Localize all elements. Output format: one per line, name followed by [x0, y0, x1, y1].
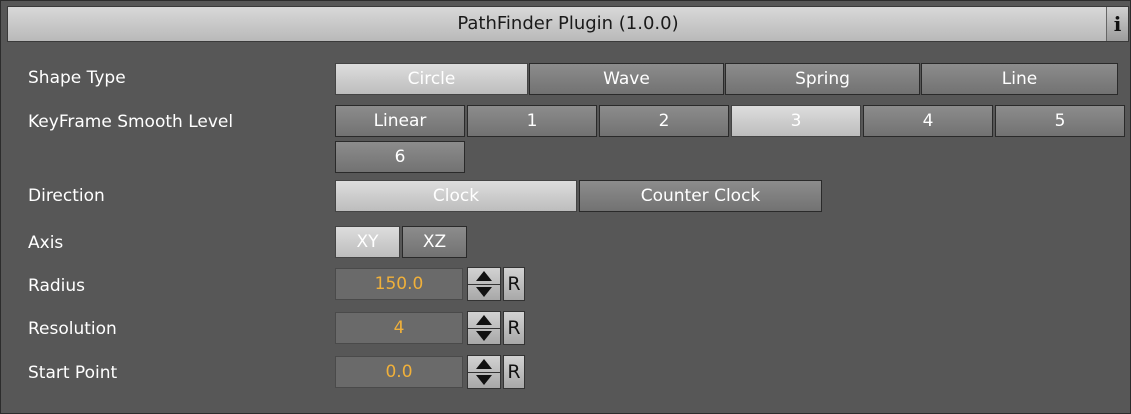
axis-xz-button[interactable]: XZ [402, 226, 467, 258]
arrow-up-icon[interactable] [476, 315, 492, 325]
radius-reset-button[interactable]: R [503, 267, 525, 301]
arrow-up-icon[interactable] [476, 359, 492, 369]
smooth-4-button[interactable]: 4 [863, 105, 993, 137]
smooth-3-button[interactable]: 3 [731, 105, 861, 137]
divider [468, 284, 500, 285]
info-button[interactable]: i [1106, 7, 1128, 41]
radius-stepper[interactable] [467, 267, 501, 301]
smooth-linear-button[interactable]: Linear [335, 105, 465, 137]
start-point-stepper[interactable] [467, 355, 501, 389]
shape-type-wave-button[interactable]: Wave [529, 63, 724, 95]
smooth-level-label: KeyFrame Smooth Level [28, 112, 234, 132]
radius-label: Radius [28, 276, 86, 296]
smooth-1-button[interactable]: 1 [467, 105, 597, 137]
title-bar: PathFinder Plugin (1.0.0) i [7, 6, 1129, 42]
radius-field[interactable]: 150.0 [335, 268, 463, 300]
arrow-down-icon[interactable] [476, 331, 492, 341]
axis-label: Axis [28, 233, 64, 253]
smooth-2-button[interactable]: 2 [599, 105, 729, 137]
arrow-down-icon[interactable] [476, 375, 492, 385]
shape-type-circle-button[interactable]: Circle [335, 63, 528, 95]
direction-label: Direction [28, 186, 105, 206]
direction-clock-button[interactable]: Clock [335, 180, 577, 212]
arrow-up-icon[interactable] [476, 271, 492, 281]
shape-type-label: Shape Type [28, 68, 126, 88]
direction-counter-clock-button[interactable]: Counter Clock [579, 180, 822, 212]
shape-type-spring-button[interactable]: Spring [725, 63, 920, 95]
start-point-reset-button[interactable]: R [503, 355, 525, 389]
smooth-5-button[interactable]: 5 [995, 105, 1125, 137]
start-point-field[interactable]: 0.0 [335, 356, 463, 388]
plugin-panel: PathFinder Plugin (1.0.0) i Shape Type C… [0, 0, 1131, 414]
axis-xy-button[interactable]: XY [335, 226, 400, 258]
start-point-label: Start Point [28, 363, 118, 383]
panel-title: PathFinder Plugin (1.0.0) [457, 13, 679, 34]
resolution-stepper[interactable] [467, 311, 501, 345]
smooth-6-button[interactable]: 6 [335, 141, 465, 173]
divider [468, 372, 500, 373]
arrow-down-icon[interactable] [476, 287, 492, 297]
resolution-field[interactable]: 4 [335, 312, 463, 344]
divider [468, 328, 500, 329]
resolution-label: Resolution [28, 319, 117, 339]
shape-type-line-button[interactable]: Line [921, 63, 1118, 95]
resolution-reset-button[interactable]: R [503, 311, 525, 345]
